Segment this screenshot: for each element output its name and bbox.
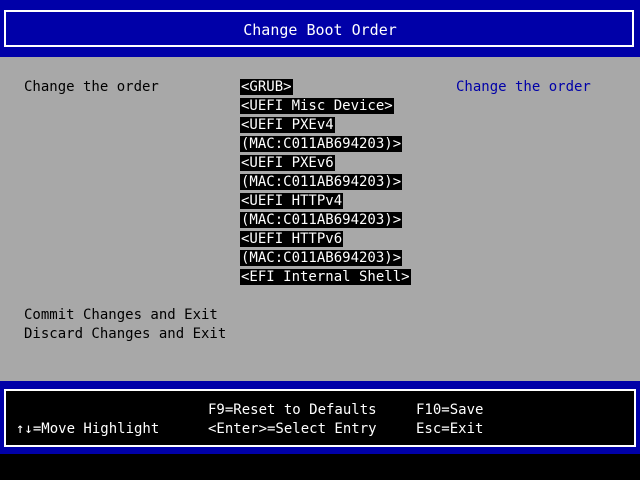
boot-entry-label: <EFI Internal Shell> — [240, 269, 411, 285]
bottom-strip — [0, 454, 640, 480]
boot-entry-label: <UEFI PXEv4 — [240, 117, 335, 133]
boot-entry-uefi-pxev6[interactable]: <UEFI PXEv6 — [240, 154, 411, 173]
boot-entry-uefi-misc-device[interactable]: <UEFI Misc Device> — [240, 97, 411, 116]
save-hint: F10=Save — [416, 402, 484, 418]
main-panel: Change the order <GRUB> <UEFI Misc Devic… — [0, 57, 640, 381]
boot-entry-label: (MAC:C011AB694203)> — [240, 136, 403, 152]
boot-entry-uefi-pxev4-mac[interactable]: (MAC:C011AB694203)> — [240, 135, 411, 154]
header-bar: Change Boot Order — [0, 0, 640, 57]
change-order-label[interactable]: Change the order — [24, 78, 159, 97]
discard-changes-and-exit[interactable]: Discard Changes and Exit — [24, 325, 226, 344]
help-text: Change the order — [456, 79, 591, 95]
key-help-footer: F9=Reset to Defaults F10=Save ↑↓=Move Hi… — [0, 381, 640, 454]
boot-entry-efi-internal-shell[interactable]: <EFI Internal Shell> — [240, 268, 411, 287]
page-title: Change Boot Order — [243, 21, 397, 39]
boot-entry-label: <UEFI HTTPv4 — [240, 193, 344, 209]
boot-entry-uefi-pxev4[interactable]: <UEFI PXEv4 — [240, 116, 411, 135]
boot-entry-uefi-httpv6-mac[interactable]: (MAC:C011AB694203)> — [240, 249, 411, 268]
boot-entry-label: (MAC:C011AB694203)> — [240, 212, 403, 228]
bios-screen: Change Boot Order Change the order <GRUB… — [0, 0, 640, 480]
boot-entry-label: <UEFI PXEv6 — [240, 155, 335, 171]
boot-entry-uefi-httpv4-mac[interactable]: (MAC:C011AB694203)> — [240, 211, 411, 230]
boot-entry-uefi-httpv4[interactable]: <UEFI HTTPv4 — [240, 192, 411, 211]
boot-order-list[interactable]: <GRUB> <UEFI Misc Device> <UEFI PXEv4 (M… — [240, 78, 411, 287]
select-entry-hint: <Enter>=Select Entry — [208, 421, 377, 437]
reset-defaults-hint: F9=Reset to Defaults — [208, 402, 377, 418]
commit-changes-and-exit[interactable]: Commit Changes and Exit — [24, 306, 218, 325]
boot-entry-grub[interactable]: <GRUB> — [240, 78, 411, 97]
boot-entry-uefi-httpv6[interactable]: <UEFI HTTPv6 — [240, 230, 411, 249]
boot-entry-uefi-pxev6-mac[interactable]: (MAC:C011AB694203)> — [240, 173, 411, 192]
boot-entry-label: (MAC:C011AB694203)> — [240, 250, 403, 266]
boot-entry-label: <UEFI HTTPv6 — [240, 231, 344, 247]
boot-entry-label: <UEFI Misc Device> — [240, 98, 394, 114]
move-highlight-hint: ↑↓=Move Highlight — [16, 421, 160, 437]
boot-entry-label: (MAC:C011AB694203)> — [240, 174, 403, 190]
boot-entry-label: <GRUB> — [240, 79, 293, 95]
exit-hint: Esc=Exit — [416, 421, 484, 437]
